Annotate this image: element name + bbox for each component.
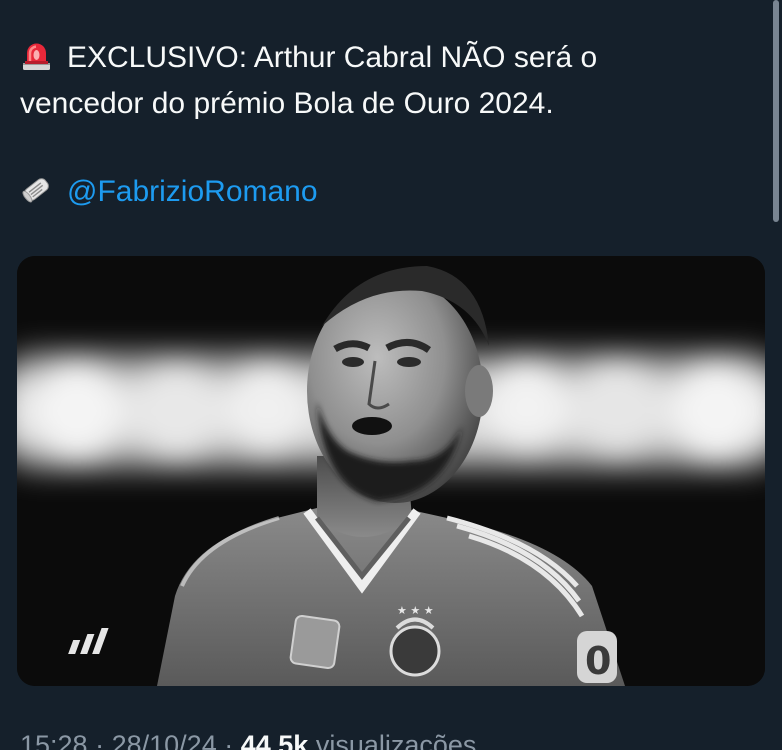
football-player-photo: ★ ★ ★ 0 xyxy=(17,256,765,686)
scrollbar[interactable] xyxy=(773,0,779,222)
tweet-time: 15:28 xyxy=(20,730,88,750)
views-label: visualizações xyxy=(315,730,477,750)
club-crest-icon: ★ ★ ★ xyxy=(389,604,441,677)
tweet-meta: 15:28 · 28/10/24 · 44,5k visualizações xyxy=(20,728,476,750)
tweet-text-line-2: vencedor do prémio Bola de Ouro 2024. xyxy=(20,87,554,120)
svg-text:0: 0 xyxy=(585,639,611,683)
tweet-media-image[interactable]: ★ ★ ★ 0 xyxy=(17,256,765,686)
tweet-date[interactable]: 28/10/24 xyxy=(112,730,217,750)
svg-text:★ ★ ★: ★ ★ ★ xyxy=(397,604,434,617)
mention-link[interactable]: @FabrizioRomano xyxy=(67,175,318,208)
tweet-text-headline: EXCLUSIVO: Arthur Cabral NÃO será o xyxy=(67,41,598,74)
tweet-text-line-3: @FabrizioRomano xyxy=(20,173,318,211)
views-count: 44,5k xyxy=(240,730,309,750)
meta-separator: · xyxy=(224,730,234,750)
meta-separator: · xyxy=(95,730,105,750)
tweet-text-line-1: EXCLUSIVO: Arthur Cabral NÃO será o xyxy=(20,39,597,77)
rolled-newspaper-icon xyxy=(20,173,53,206)
rotating-light-icon xyxy=(20,39,53,72)
tweet-detail: EXCLUSIVO: Arthur Cabral NÃO será o venc… xyxy=(0,0,782,750)
